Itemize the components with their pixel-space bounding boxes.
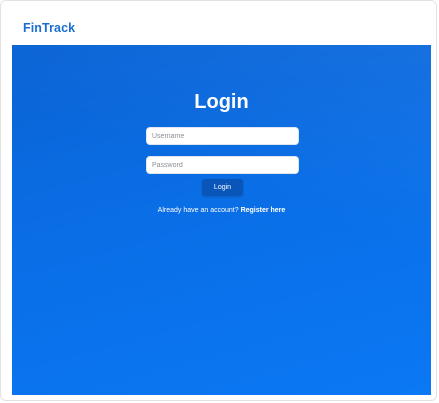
username-input[interactable] (146, 127, 299, 145)
top-header: FinTrack (1, 1, 436, 45)
register-prompt-line: Already have an account? Register here (12, 207, 431, 214)
login-button[interactable]: Login (202, 179, 243, 196)
login-hero-section: Login Login Already have an account? Reg… (12, 45, 431, 395)
register-prompt-text: Already have an account? (157, 207, 241, 214)
password-input[interactable] (146, 156, 299, 174)
login-title: Login (194, 91, 249, 113)
register-link[interactable]: Register here (241, 207, 286, 214)
app-window: FinTrack Login Login Already have an acc… (0, 0, 437, 401)
brand-logo-link[interactable]: FinTrack (23, 21, 75, 35)
hero-background-shine (12, 45, 431, 265)
